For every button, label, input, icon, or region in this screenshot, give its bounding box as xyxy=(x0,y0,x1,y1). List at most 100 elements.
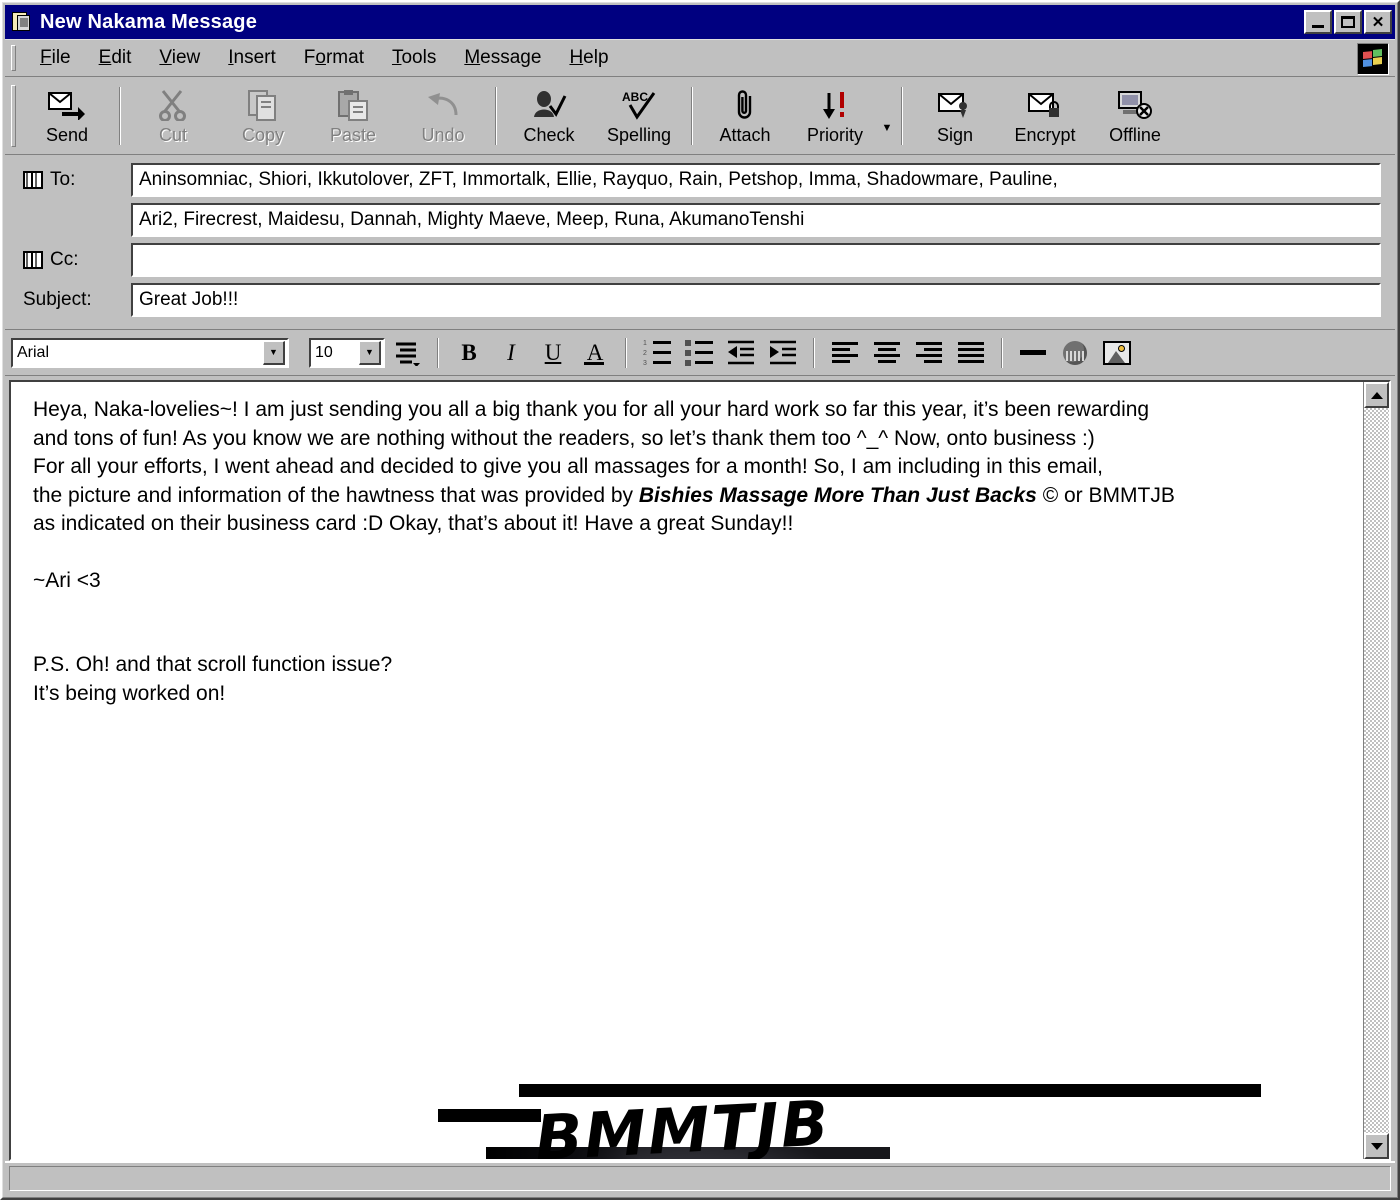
envelope-lock-icon xyxy=(1025,87,1065,123)
windows-flag-icon xyxy=(1357,43,1389,75)
bulleted-list-icon xyxy=(685,339,713,366)
body-line-5: as indicated on their business card :D O… xyxy=(33,512,794,535)
menu-item-message[interactable]: Message xyxy=(450,43,555,73)
scroll-up-button[interactable] xyxy=(1364,382,1389,408)
editor-vertical-scrollbar[interactable] xyxy=(1363,382,1389,1159)
body-line-4-pre: the picture and information of the hawtn… xyxy=(33,483,639,507)
insert-picture-button[interactable] xyxy=(1097,335,1137,371)
rich-text-editor[interactable]: Heya, Naka-lovelies~! I am just sending … xyxy=(9,380,1391,1161)
close-button[interactable]: ✕ xyxy=(1364,10,1392,34)
menu-item-tools[interactable]: Tools xyxy=(378,43,450,73)
send-button[interactable]: Send xyxy=(22,81,112,151)
menu-item-view[interactable]: View xyxy=(145,43,214,73)
font-family-value: Arial xyxy=(17,343,50,361)
undo-button[interactable]: Undo xyxy=(398,81,488,151)
align-center-button[interactable] xyxy=(867,335,907,371)
triangle-up-icon xyxy=(1370,391,1383,399)
message-canvas[interactable]: Heya, Naka-lovelies~! I am just sending … xyxy=(11,382,1363,1159)
align-left-icon xyxy=(832,342,858,363)
italic-button[interactable]: I xyxy=(491,335,531,371)
paste-button[interactable]: Paste xyxy=(308,81,398,151)
formatting-toolbar: Arial ▼ 10 ▼ B I U A 1 2 3 xyxy=(5,330,1395,376)
title-bar: New Nakama Message ✕ xyxy=(5,5,1395,39)
underline-button[interactable]: U xyxy=(533,335,573,371)
horizontal-rule-button[interactable] xyxy=(1013,335,1053,371)
minimize-button[interactable] xyxy=(1304,10,1332,34)
menu-drag-grip[interactable] xyxy=(11,45,16,71)
font-color-button[interactable]: A xyxy=(575,335,615,371)
send-label: Send xyxy=(45,124,89,145)
message-text[interactable]: Heya, Naka-lovelies~! I am just sending … xyxy=(33,396,1353,708)
body-ps-line-2: It’s being worked on! xyxy=(33,681,226,705)
to-input-line-1[interactable]: Aninsomniac, Shiori, Ikkutolover, ZFT, I… xyxy=(131,163,1381,197)
cc-label: Cc: xyxy=(50,249,79,270)
paragraph-style-button[interactable] xyxy=(387,335,427,371)
justify-icon xyxy=(958,342,984,363)
numbered-list-button[interactable]: 1 2 3 xyxy=(637,335,677,371)
font-family-select[interactable]: Arial ▼ xyxy=(11,337,289,368)
insert-hyperlink-button[interactable] xyxy=(1055,335,1095,371)
offline-button[interactable]: Offline xyxy=(1090,81,1180,151)
bulleted-list-button[interactable] xyxy=(679,335,719,371)
envelope-sign-icon xyxy=(935,87,975,123)
copy-button[interactable]: Copy xyxy=(218,81,308,151)
menu-item-format[interactable]: Format xyxy=(290,43,378,73)
cc-row: Cc: xyxy=(23,243,1381,277)
menu-item-help[interactable]: Help xyxy=(555,43,622,73)
align-right-button[interactable] xyxy=(909,335,949,371)
window-inner-frame: New Nakama Message ✕ File Edit View Inse… xyxy=(2,2,1398,1198)
clipboard-paste-icon xyxy=(333,87,373,123)
body-line-2: and tons of fun! As you know we are noth… xyxy=(33,426,1095,450)
body-line-1: Heya, Naka-lovelies~! I am just sending … xyxy=(33,398,1150,421)
decrease-indent-button[interactable] xyxy=(721,335,761,371)
email-compose-window: New Nakama Message ✕ File Edit View Inse… xyxy=(0,0,1400,1200)
status-bar xyxy=(5,1161,1395,1195)
menu-item-file[interactable]: File xyxy=(26,43,85,73)
message-body-area: Heya, Naka-lovelies~! I am just sending … xyxy=(5,376,1395,1161)
format-separator xyxy=(437,337,439,368)
sign-button[interactable]: Sign xyxy=(910,81,1000,151)
scroll-down-button[interactable] xyxy=(1364,1133,1389,1159)
priority-label: Priority xyxy=(806,124,863,145)
align-left-button[interactable] xyxy=(825,335,865,371)
maximize-button[interactable] xyxy=(1334,10,1362,34)
body-ps-line-1: P.S. Oh! and that scroll function issue? xyxy=(33,653,393,676)
encrypt-button[interactable]: Encrypt xyxy=(1000,81,1090,151)
company-name-emphasis: Bishies Massage More Than Just Backs xyxy=(638,483,1037,507)
send-envelope-arrow-icon xyxy=(47,87,87,123)
address-book-icon[interactable] xyxy=(23,171,43,189)
chevron-down-icon[interactable]: ▼ xyxy=(263,340,285,365)
spelling-button[interactable]: ABC Spelling xyxy=(594,81,684,151)
offline-label: Offline xyxy=(1109,124,1161,145)
attach-button[interactable]: Attach xyxy=(700,81,790,151)
subject-input[interactable]: Great Job!!! xyxy=(131,283,1381,317)
to-input-line-2[interactable]: Ari2, Firecrest, Maidesu, Dannah, Mighty… xyxy=(131,203,1381,237)
undo-arrow-icon xyxy=(423,87,463,123)
to-field-label-group[interactable]: To: xyxy=(23,169,131,191)
format-separator xyxy=(1001,337,1003,368)
priority-button[interactable]: Priority xyxy=(790,81,880,151)
chevron-down-icon[interactable]: ▼ xyxy=(359,340,381,365)
scrollbar-track[interactable] xyxy=(1364,408,1389,1133)
cc-input[interactable] xyxy=(131,243,1381,277)
menu-bar: File Edit View Insert Format Tools Messa… xyxy=(5,39,1395,77)
cut-label: Cut xyxy=(158,124,187,145)
message-page-icon xyxy=(10,11,32,33)
justify-button[interactable] xyxy=(951,335,991,371)
paperclip-icon xyxy=(725,87,765,123)
abc-spellcheck-icon: ABC xyxy=(619,87,659,123)
attach-label: Attach xyxy=(719,124,771,145)
toolbar-drag-grip[interactable] xyxy=(11,84,16,147)
bold-button[interactable]: B xyxy=(449,335,489,371)
menu-item-edit[interactable]: Edit xyxy=(85,43,146,73)
font-size-select[interactable]: 10 ▼ xyxy=(309,337,385,368)
cut-button[interactable]: Cut xyxy=(128,81,218,151)
increase-indent-button[interactable] xyxy=(763,335,803,371)
menu-item-insert[interactable]: Insert xyxy=(214,43,290,73)
cc-field-label-group[interactable]: Cc: xyxy=(23,249,131,271)
address-book-icon[interactable] xyxy=(23,251,43,269)
check-names-button[interactable]: Check xyxy=(504,81,594,151)
window-title: New Nakama Message xyxy=(40,10,258,33)
priority-dropdown-arrow[interactable]: ▼ xyxy=(880,122,894,134)
